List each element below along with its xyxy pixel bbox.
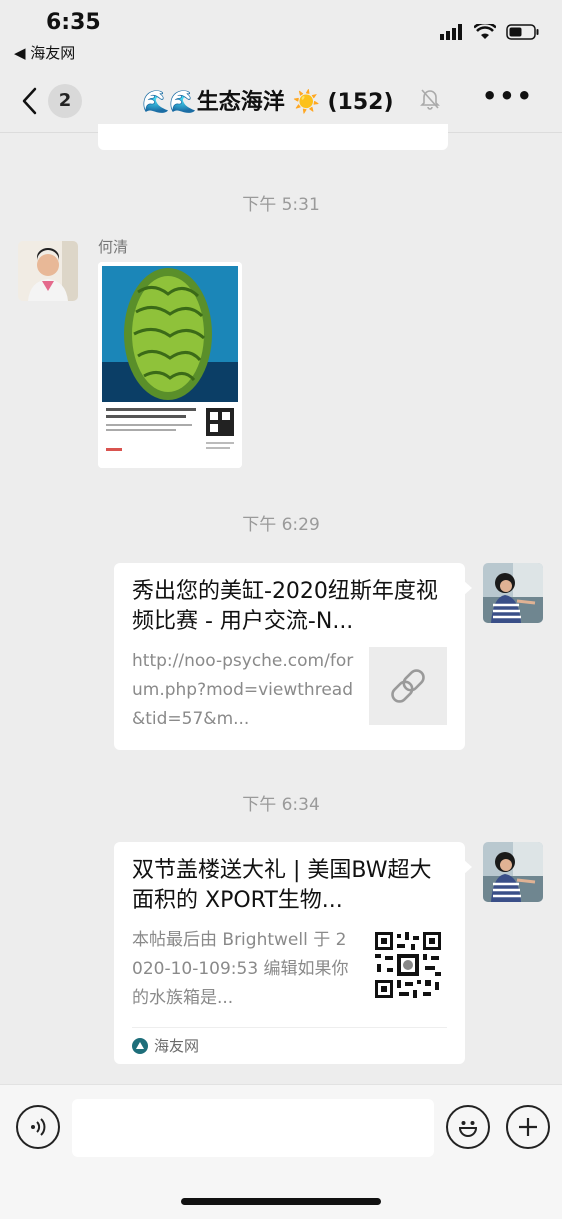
bubble-tail [464, 860, 472, 874]
battery-icon [506, 24, 539, 40]
home-indicator[interactable] [181, 1198, 381, 1205]
link-card-title: 秀出您的美缸-2020纽斯年度视频比赛 - 用户交流-N... [132, 579, 438, 634]
message-text-input[interactable] [72, 1099, 434, 1157]
bubble-tail [464, 581, 472, 595]
link-card-source: 海友网 [132, 1035, 199, 1056]
wifi-icon [474, 24, 496, 39]
sender-name: 何清 [98, 238, 129, 256]
avatar-self[interactable] [483, 563, 543, 623]
image-message[interactable] [98, 262, 242, 468]
child-avatar-icon [483, 563, 543, 623]
back-button[interactable]: 2 [20, 84, 90, 118]
previous-message-card[interactable] [98, 124, 448, 150]
plus-icon [519, 1118, 537, 1136]
source-logo-icon [132, 1037, 148, 1054]
cellular-signal-icon [440, 24, 462, 40]
avatar-self[interactable] [483, 842, 543, 902]
link-card-message[interactable]: 秀出您的美缸-2020纽斯年度视频比赛 - 用户交流-N... http://n… [114, 563, 472, 750]
status-bar: 6:35 ◀ 海友网 [0, 0, 562, 70]
mute-bell-icon [420, 89, 440, 110]
chat-title: 🌊🌊生态海洋 ☀️ (152) [142, 90, 394, 115]
link-card-message[interactable]: 双节盖楼送大礼 | 美国BW超大面积的 XPORT生物... 本帖最后由 Bri… [114, 842, 472, 1064]
link-card-title: 双节盖楼送大礼 | 美国BW超大面积的 XPORT生物... [132, 858, 432, 913]
qr-code-thumbnail [373, 930, 443, 1000]
emoji-button[interactable] [446, 1105, 490, 1149]
link-card-description: http://noo-psyche.com/forum.php?mod=view… [132, 651, 354, 729]
more-functions-button[interactable] [506, 1105, 550, 1149]
timestamp: 下午 6:29 [242, 515, 320, 535]
timestamp: 下午 6:34 [242, 795, 320, 815]
link-icon [391, 669, 425, 703]
back-to-app-link[interactable]: ◀ 海友网 [14, 42, 75, 63]
avatar-sender[interactable] [18, 241, 78, 301]
voice-icon [31, 1118, 46, 1136]
person-avatar-icon [18, 241, 78, 301]
qr-code-icon [373, 930, 443, 1000]
link-card-description: 本帖最后由 Brightwell 于 2020-10-109:53 编辑如果你的… [132, 930, 349, 1008]
coral-poster-image [98, 262, 242, 468]
smiley-icon [458, 1121, 478, 1137]
unread-count-badge: 2 [48, 84, 82, 118]
chevron-left-icon [22, 87, 37, 115]
more-options-button[interactable]: ••• [482, 82, 534, 110]
clock: 6:35 [46, 10, 101, 35]
voice-input-button[interactable] [16, 1105, 60, 1149]
system-icons [440, 24, 540, 40]
timestamp: 下午 5:31 [242, 195, 320, 215]
link-thumbnail [369, 647, 447, 725]
card-divider [132, 1027, 447, 1028]
child-avatar-icon [483, 842, 543, 902]
source-name: 海友网 [154, 1037, 200, 1055]
